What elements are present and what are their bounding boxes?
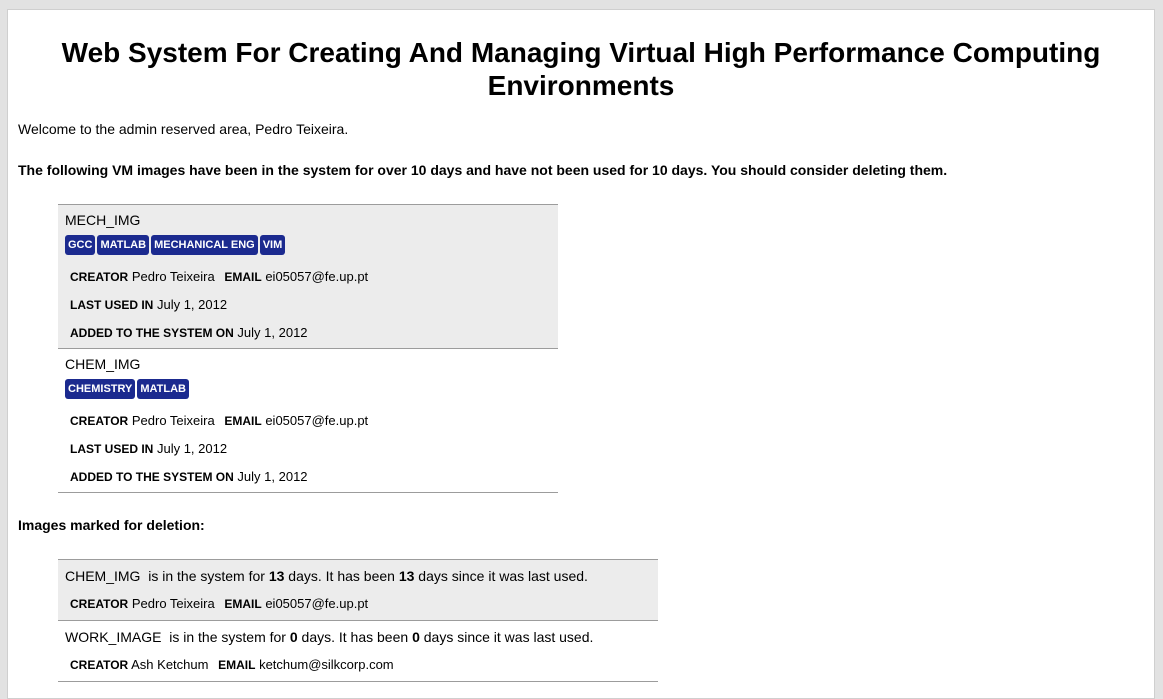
days-in-system: 13 — [268, 568, 285, 584]
image-name: MECH_IMG — [65, 212, 141, 228]
last-used-value: July 1, 2012 — [156, 441, 228, 456]
tag-list: CHEMISTRY MATLAB — [65, 379, 558, 399]
days-unused: 0 — [412, 629, 420, 645]
page-container: Web System For Creating And Managing Vir… — [7, 9, 1155, 699]
added-row: ADDED TO THE SYSTEM ON July 1, 2012 — [70, 469, 558, 485]
added-label: ADDED TO THE SYSTEM ON — [70, 326, 234, 340]
stale-images-list: MECH_IMG GCC MATLAB MECHANICAL ENG VIM CREA… — [58, 204, 558, 493]
stale-images-warning: The following VM images have been in the… — [18, 162, 948, 178]
creator-value: Pedro Teixeira — [131, 269, 215, 284]
last-used-label: LAST USED IN — [70, 298, 154, 312]
creator-value: Ash Ketchum — [131, 657, 209, 672]
tag-badge[interactable]: VIM — [259, 235, 286, 255]
image-name: WORK_IMAGE — [65, 629, 162, 645]
list-item: CHEM_IMG is in the system for 13 days. I… — [58, 560, 658, 621]
email-label: EMAIL — [218, 658, 256, 672]
added-label: ADDED TO THE SYSTEM ON — [70, 470, 234, 484]
email-value: ei05057@fe.up.pt — [265, 596, 369, 611]
added-row: ADDED TO THE SYSTEM ON July 1, 2012 — [70, 325, 558, 341]
creator-row: CREATOR Pedro Teixeira EMAIL ei05057@fe.… — [70, 413, 558, 429]
creator-value: Pedro Teixeira — [131, 413, 215, 428]
tag-list: GCC MATLAB MECHANICAL ENG VIM — [65, 235, 558, 255]
deletion-summary: CHEM_IMG is in the system for 13 days. I… — [65, 568, 588, 584]
last-used-row: LAST USED IN July 1, 2012 — [70, 441, 558, 457]
last-used-value: July 1, 2012 — [156, 297, 228, 312]
tag-badge[interactable]: GCC — [65, 235, 96, 255]
tag-badge[interactable]: MATLAB — [97, 235, 150, 255]
creator-label: CREATOR — [70, 414, 129, 428]
added-value: July 1, 2012 — [237, 325, 308, 340]
email-label: EMAIL — [224, 270, 262, 284]
creator-row: CREATOR Ash Ketchum EMAIL ketchum@silkco… — [70, 657, 658, 673]
creator-row: CREATOR Pedro Teixeira EMAIL ei05057@fe.… — [70, 596, 658, 612]
added-value: July 1, 2012 — [237, 469, 308, 484]
marked-images-list: CHEM_IMG is in the system for 13 days. I… — [58, 559, 658, 682]
last-used-row: LAST USED IN July 1, 2012 — [70, 297, 558, 313]
image-name: CHEM_IMG — [65, 568, 141, 584]
image-name: CHEM_IMG — [65, 356, 141, 372]
creator-value: Pedro Teixeira — [131, 596, 215, 611]
list-item: MECH_IMG GCC MATLAB MECHANICAL ENG VIM CREA… — [58, 205, 558, 349]
email-value: ei05057@fe.up.pt — [265, 413, 369, 428]
email-value: ei05057@fe.up.pt — [265, 269, 369, 284]
email-label: EMAIL — [224, 597, 262, 611]
welcome-message: Welcome to the admin reserved area, Pedr… — [18, 121, 349, 137]
days-unused: 13 — [398, 568, 415, 584]
creator-label: CREATOR — [70, 597, 129, 611]
last-used-label: LAST USED IN — [70, 442, 154, 456]
page-title: Web System For Creating And Managing Vir… — [61, 37, 1101, 101]
tag-badge[interactable]: MATLAB — [137, 379, 189, 399]
tag-badge[interactable]: CHEMISTRY — [65, 379, 136, 399]
list-item: WORK_IMAGE is in the system for 0 days. … — [58, 621, 658, 682]
deletion-summary: WORK_IMAGE is in the system for 0 days. … — [65, 629, 594, 645]
creator-row: CREATOR Pedro Teixeira EMAIL ei05057@fe.… — [70, 269, 558, 285]
days-in-system: 0 — [289, 629, 298, 645]
creator-label: CREATOR — [70, 658, 129, 672]
marked-for-deletion-heading: Images marked for deletion: — [18, 517, 205, 533]
email-value: ketchum@silkcorp.com — [259, 657, 394, 672]
list-item: CHEM_IMG CHEMISTRY MATLAB CREATOR Pedro T… — [58, 349, 558, 493]
tag-badge[interactable]: MECHANICAL ENG — [151, 235, 258, 255]
email-label: EMAIL — [224, 414, 262, 428]
creator-label: CREATOR — [70, 270, 129, 284]
